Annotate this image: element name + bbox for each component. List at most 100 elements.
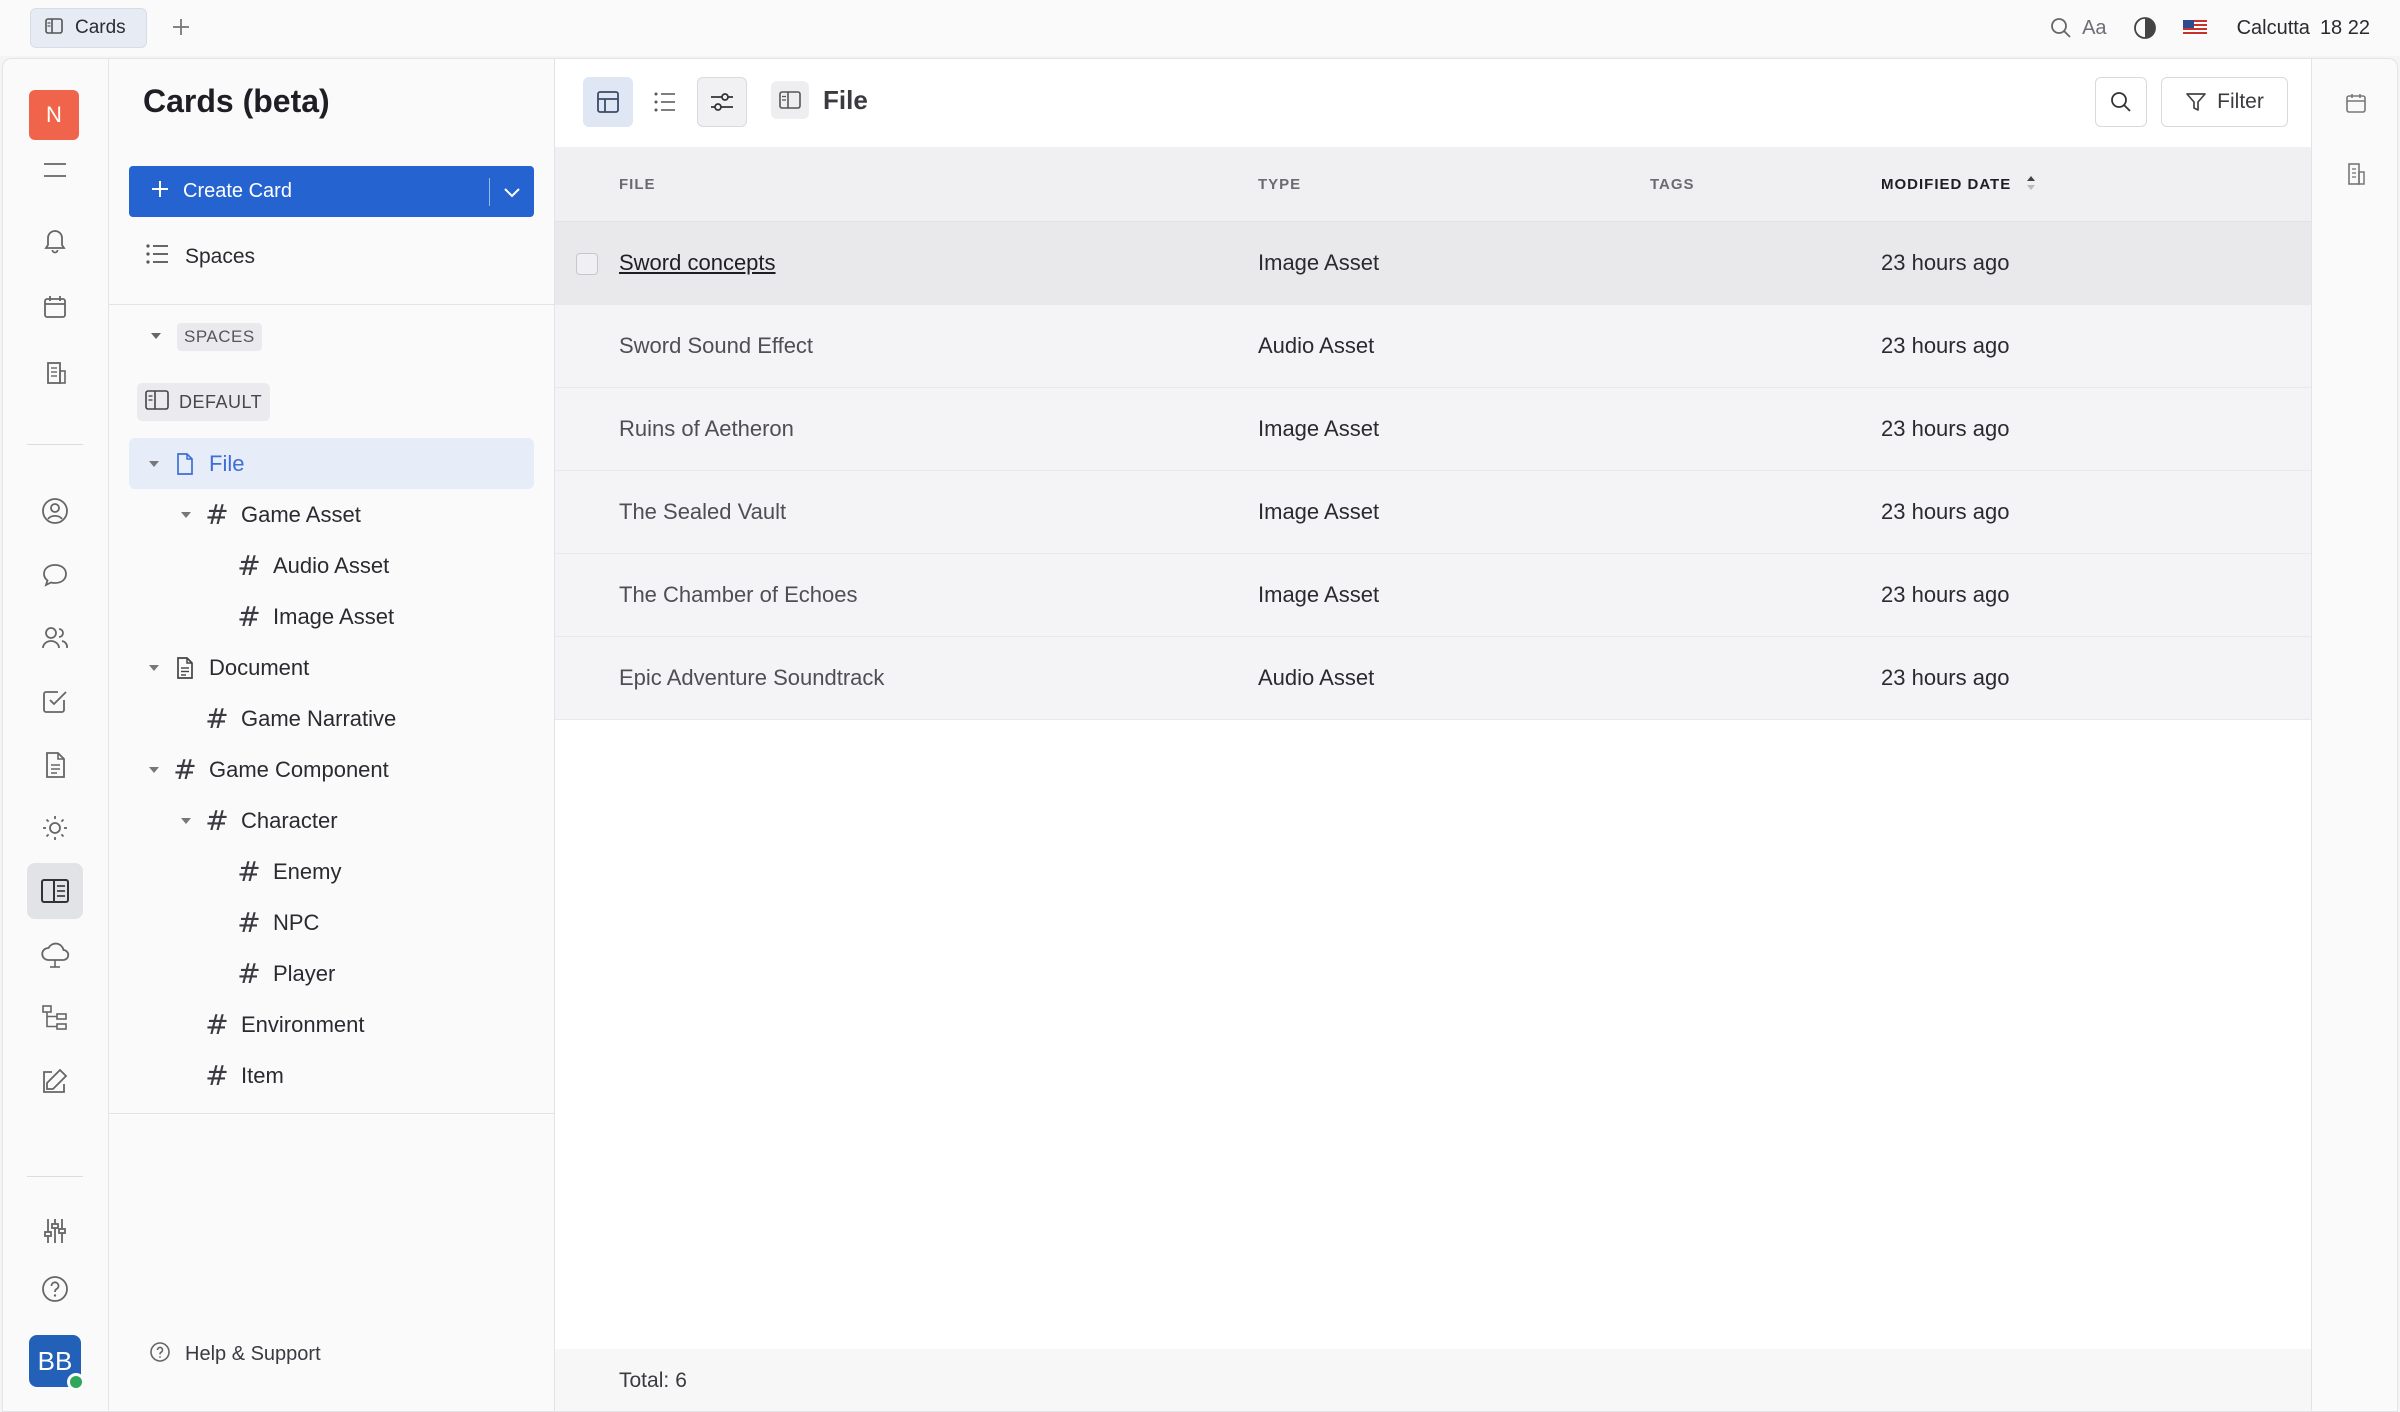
modified-date-header-label: MODIFIED DATE — [1881, 176, 2012, 193]
tree-item[interactable]: # Game Asset — [129, 489, 534, 540]
list-view-button[interactable] — [640, 77, 690, 127]
tree-item[interactable]: # Item — [129, 1050, 534, 1101]
tree-item[interactable]: File — [129, 438, 534, 489]
chat-bubble-icon[interactable] — [27, 547, 83, 603]
tree-item[interactable]: # Player — [129, 948, 534, 999]
help-support-label: Help & Support — [185, 1343, 321, 1365]
list-icon — [145, 243, 169, 270]
table-row[interactable]: The Chamber of Echoes Image Asset 23 hours… — [555, 554, 2311, 637]
tree-item[interactable]: # Enemy — [129, 846, 534, 897]
caret-down-icon[interactable] — [177, 812, 195, 830]
spaces-link[interactable]: Spaces — [145, 243, 255, 270]
table-view-button[interactable] — [583, 77, 633, 127]
table-row[interactable]: Ruins of Aetheron Image Asset 23 hours ago — [555, 388, 2311, 471]
file-name-cell[interactable]: Epic Adventure Soundtrack — [619, 637, 884, 719]
tree-item[interactable]: # Audio Asset — [129, 540, 534, 591]
workspace-badge[interactable]: N — [29, 90, 79, 140]
main-panel: File Filter FILE TYPE TAGS MODIFIED DATE — [555, 59, 2311, 1411]
edit-pencil-icon[interactable] — [27, 1053, 83, 1109]
tree-item-label: Image Asset — [273, 603, 395, 629]
column-header-file[interactable]: FILE — [619, 147, 656, 222]
cloud-icon[interactable] — [27, 927, 83, 983]
plus-icon — [151, 180, 169, 203]
table-row[interactable]: Sword concepts Image Asset 23 hours ago — [555, 222, 2311, 305]
tree-item-label: Character — [241, 807, 338, 833]
column-header-tags[interactable]: TAGS — [1650, 147, 1695, 222]
tree-item[interactable]: # NPC — [129, 897, 534, 948]
sun-icon[interactable] — [27, 800, 83, 856]
table-row[interactable]: The Sealed Vault Image Asset 23 hours ago — [555, 471, 2311, 554]
chevron-down-icon — [504, 187, 520, 197]
tree-item[interactable]: # Environment — [129, 999, 534, 1050]
sidebar-divider-bottom — [109, 1113, 555, 1114]
calendar-icon[interactable] — [27, 279, 83, 335]
help-support-link[interactable]: Help & Support — [149, 1341, 321, 1368]
caret-down-icon[interactable] — [145, 659, 163, 677]
search-icon[interactable] — [2050, 17, 2072, 39]
spaces-link-label: Spaces — [185, 244, 256, 268]
table-row[interactable]: Epic Adventure Soundtrack Audio Asset 23 h… — [555, 637, 2311, 720]
column-header-modified-date[interactable]: MODIFIED DATE — [1881, 147, 2037, 222]
sort-arrows-icon[interactable] — [2025, 175, 2037, 195]
document-icon — [171, 654, 199, 682]
column-header-type[interactable]: TYPE — [1258, 147, 1301, 222]
tab-label: Cards — [75, 17, 126, 38]
calendar-icon[interactable] — [2342, 89, 2370, 117]
building-icon[interactable] — [2342, 160, 2370, 188]
top-bar: Cards Aa Calcutta 18 22 — [0, 0, 2400, 56]
sliders-icon[interactable] — [27, 1203, 83, 1259]
menu-icon[interactable] — [27, 142, 83, 198]
help-circle-icon[interactable] — [27, 1261, 83, 1317]
document-icon[interactable] — [27, 737, 83, 793]
file-name-cell[interactable]: The Chamber of Echoes — [619, 554, 857, 636]
table-row[interactable]: Sword Sound Effect Audio Asset 23 hours ag… — [555, 305, 2311, 388]
spaces-section-header[interactable]: SPACES — [149, 323, 262, 351]
create-card-label: Create Card — [183, 180, 292, 202]
tree-item[interactable]: # Game Narrative — [129, 693, 534, 744]
contacts-icon[interactable] — [27, 610, 83, 666]
file-name-cell[interactable]: Ruins of Aetheron — [619, 388, 794, 470]
tab-cards[interactable]: Cards — [30, 8, 147, 48]
tree-item[interactable]: # Character — [129, 795, 534, 846]
contrast-icon[interactable] — [2133, 16, 2157, 40]
create-card-dropdown[interactable] — [490, 166, 534, 217]
caret-down-icon[interactable] — [145, 761, 163, 779]
hierarchy-icon[interactable] — [27, 990, 83, 1046]
caret-down-icon — [149, 328, 163, 346]
modified-date-cell: 23 hours ago — [1881, 665, 2010, 690]
file-name-cell[interactable]: Sword concepts — [619, 222, 776, 304]
view-settings-button[interactable] — [697, 77, 747, 127]
checkbox-task-icon[interactable] — [27, 673, 83, 729]
tree-item-label: Audio Asset — [273, 552, 390, 578]
file-name-cell[interactable]: The Sealed Vault — [619, 471, 786, 553]
user-circle-icon[interactable] — [27, 483, 83, 539]
cards-icon[interactable] — [27, 863, 83, 919]
filter-button[interactable]: Filter — [2161, 77, 2288, 127]
bell-icon[interactable] — [27, 212, 83, 268]
icon-rail: N BB — [3, 59, 109, 1411]
new-tab-plus-icon[interactable] — [166, 12, 196, 42]
file-name-cell[interactable]: Sword Sound Effect — [619, 305, 813, 387]
create-card-main[interactable]: Create Card — [129, 166, 489, 217]
create-card-button[interactable]: Create Card — [129, 166, 534, 217]
tree-item[interactable]: # Game Component — [129, 744, 534, 795]
us-flag-icon[interactable] — [2182, 20, 2207, 36]
caret-down-icon[interactable] — [177, 506, 195, 524]
font-size-toggle[interactable]: Aa — [2082, 17, 2106, 40]
tree-item[interactable]: # Image Asset — [129, 591, 534, 642]
files-table: FILE TYPE TAGS MODIFIED DATE Sword conce… — [555, 147, 2311, 720]
tree-item[interactable]: Document — [129, 642, 534, 693]
spaces-section-label: SPACES — [177, 323, 262, 351]
tree-item-label: NPC — [273, 909, 320, 935]
default-space-badge[interactable]: DEFAULT — [137, 383, 271, 421]
building-icon[interactable] — [27, 345, 83, 401]
search-button[interactable] — [2095, 77, 2147, 127]
user-avatar[interactable]: BB — [29, 1335, 85, 1391]
online-status-dot — [67, 1373, 85, 1391]
row-checkbox[interactable] — [576, 253, 598, 275]
caret-down-icon[interactable] — [145, 455, 163, 473]
